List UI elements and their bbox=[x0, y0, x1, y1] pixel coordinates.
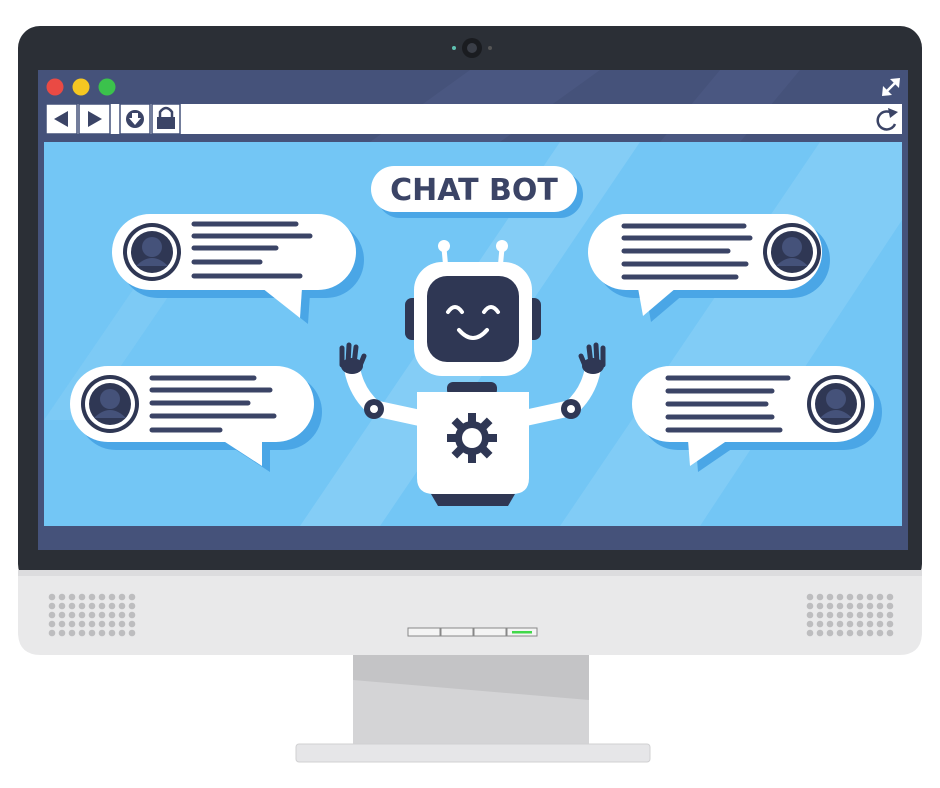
close-button[interactable] bbox=[46, 78, 64, 96]
speaker-grille-left bbox=[48, 593, 136, 637]
maximize-button[interactable] bbox=[98, 78, 116, 96]
user-avatar-icon bbox=[807, 375, 865, 433]
chat-bot-title-text: CHAT BOT bbox=[390, 173, 558, 208]
minimize-button[interactable] bbox=[72, 78, 90, 96]
screen-bottom-bar bbox=[38, 526, 908, 550]
user-avatar-icon bbox=[123, 223, 181, 281]
robot-face bbox=[427, 276, 519, 362]
monitor-illustration: CHAT BOT bbox=[18, 26, 922, 763]
monitor-buttons[interactable] bbox=[407, 627, 538, 637]
gear-icon bbox=[447, 413, 497, 463]
download-icon[interactable] bbox=[119, 103, 151, 135]
back-arrow-icon[interactable] bbox=[45, 103, 78, 135]
user-avatar-icon bbox=[763, 223, 821, 281]
window-controls bbox=[46, 78, 116, 96]
chat-bot-title: CHAT BOT bbox=[371, 166, 583, 218]
forward-arrow-icon[interactable] bbox=[78, 103, 111, 135]
monitor-stand bbox=[295, 655, 651, 763]
lock-icon bbox=[151, 103, 181, 135]
speaker-grille-right bbox=[806, 593, 894, 637]
power-led bbox=[512, 631, 532, 634]
user-avatar-icon bbox=[81, 375, 139, 433]
